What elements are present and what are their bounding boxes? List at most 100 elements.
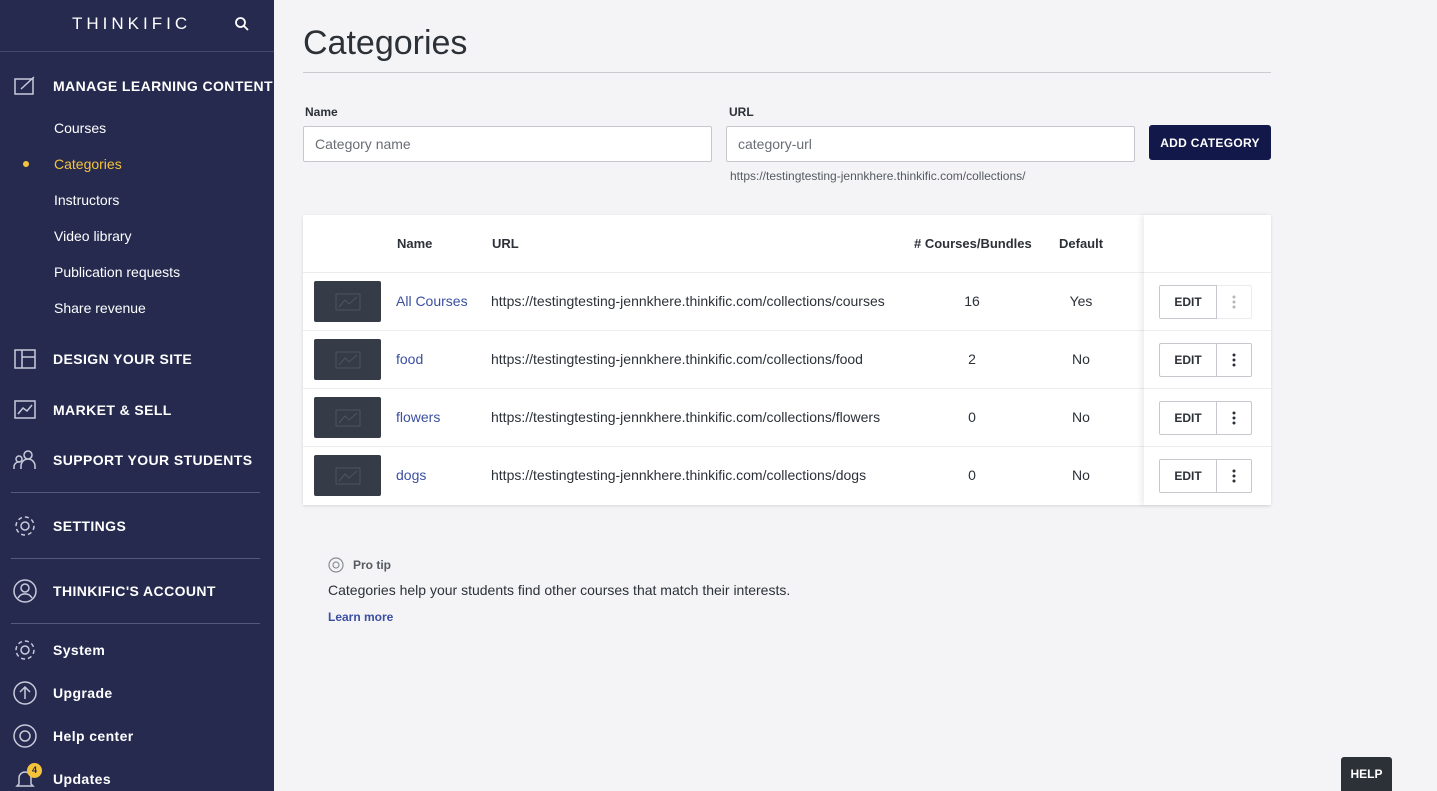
row-divider (303, 388, 1271, 389)
category-url: https://testingtesting-jennkhere.thinkif… (491, 293, 885, 309)
active-indicator (23, 161, 29, 167)
column-header-default[interactable]: Default (1059, 236, 1103, 251)
add-category-button[interactable]: ADD CATEGORY (1149, 125, 1271, 160)
row-divider (1144, 388, 1271, 389)
nav-account-label: THINKIFIC'S ACCOUNT (53, 583, 216, 599)
column-header-url[interactable]: URL (492, 236, 519, 251)
image-placeholder-icon (335, 351, 361, 369)
more-options-button[interactable] (1216, 459, 1252, 493)
lifebuoy-icon (328, 557, 344, 573)
default-status: Yes (1069, 293, 1093, 309)
default-status: No (1072, 409, 1090, 425)
gear-icon (15, 516, 35, 536)
course-count: 2 (968, 351, 976, 367)
category-name-input[interactable] (303, 126, 712, 162)
upgrade-arrow-icon (13, 681, 37, 705)
nav-settings-label: SETTINGS (53, 518, 127, 534)
category-name-link[interactable]: All Courses (396, 293, 468, 309)
sidebar-divider (11, 623, 260, 624)
url-prefix-hint: https://testingtesting-jennkhere.thinkif… (730, 169, 1026, 183)
sidebar-item-courses[interactable]: Courses (54, 118, 106, 138)
account-icon (13, 579, 37, 603)
image-placeholder-icon (335, 409, 361, 427)
category-name-link[interactable]: flowers (396, 409, 440, 425)
category-url-input[interactable] (726, 126, 1135, 162)
category-thumbnail[interactable] (314, 339, 381, 380)
course-count: 0 (968, 409, 976, 425)
nav-system-label: System (53, 642, 106, 658)
nav-market-sell[interactable]: MARKET & SELL (0, 395, 274, 425)
protip-label: Pro tip (353, 558, 391, 572)
category-name-link[interactable]: food (396, 351, 423, 367)
chart-icon (14, 400, 36, 419)
more-options-button[interactable] (1216, 285, 1252, 319)
more-options-button[interactable] (1216, 343, 1252, 377)
nav-design-your-site[interactable]: DESIGN YOUR SITE (0, 344, 274, 374)
category-thumbnail[interactable] (314, 281, 381, 322)
edit-button[interactable]: EDIT (1159, 401, 1217, 435)
help-button[interactable]: HELP (1341, 757, 1392, 791)
thinkific-logo[interactable]: THINKIFIC (72, 14, 191, 34)
edit-button[interactable]: EDIT (1159, 285, 1217, 319)
nav-help-label: Help center (53, 728, 134, 744)
sidebar-item-share-revenue[interactable]: Share revenue (54, 298, 146, 318)
sidebar-divider (11, 558, 260, 559)
more-options-button[interactable] (1216, 401, 1252, 435)
edit-button[interactable]: EDIT (1159, 459, 1217, 493)
course-count: 0 (968, 467, 976, 483)
nav-manage-learning-content[interactable]: MANAGE LEARNING CONTENT (0, 71, 274, 101)
page-title: Categories (303, 24, 468, 62)
image-placeholder-icon (335, 467, 361, 485)
row-divider (303, 272, 1271, 273)
sidebar-item-publication-requests[interactable]: Publication requests (54, 262, 180, 282)
sidebar-item-instructors[interactable]: Instructors (54, 190, 119, 210)
category-url: https://testingtesting-jennkhere.thinkif… (491, 351, 863, 367)
nav-upgrade[interactable]: Upgrade (0, 678, 274, 708)
lifebuoy-icon (13, 724, 37, 748)
layout-icon (14, 349, 36, 369)
sidebar: THINKIFIC MANAGE LEARNING CONTENT Course… (0, 0, 274, 791)
nav-design-label: DESIGN YOUR SITE (53, 351, 193, 367)
title-divider (303, 72, 1271, 73)
search-icon[interactable] (234, 16, 250, 32)
sidebar-divider (11, 492, 260, 493)
row-divider (1144, 446, 1271, 447)
column-header-count[interactable]: # Courses/Bundles (914, 236, 1032, 251)
nav-manage-label: MANAGE LEARNING CONTENT (53, 78, 273, 94)
protip-text: Categories help your students find other… (328, 582, 791, 598)
sidebar-item-categories[interactable]: Categories (54, 154, 122, 174)
row-divider (303, 330, 1271, 331)
edit-content-icon (14, 76, 35, 95)
updates-count-badge: 4 (27, 763, 42, 778)
row-divider (303, 446, 1271, 447)
nav-market-label: MARKET & SELL (53, 402, 172, 418)
nav-settings[interactable]: SETTINGS (0, 511, 274, 541)
learn-more-link[interactable]: Learn more (328, 610, 393, 624)
kebab-menu-icon (1232, 353, 1236, 367)
nav-support-label: SUPPORT YOUR STUDENTS (53, 452, 253, 468)
categories-table: Name URL # Courses/Bundles Default All C… (303, 215, 1271, 505)
kebab-menu-icon (1232, 469, 1236, 483)
name-field-label: Name (305, 105, 338, 119)
course-count: 16 (964, 293, 980, 309)
row-divider (1144, 330, 1271, 331)
system-gear-icon (15, 640, 35, 660)
nav-upgrade-label: Upgrade (53, 685, 113, 701)
column-header-name[interactable]: Name (397, 236, 432, 251)
kebab-menu-icon (1232, 411, 1236, 425)
category-url: https://testingtesting-jennkhere.thinkif… (491, 467, 867, 483)
nav-system[interactable]: System (0, 635, 274, 665)
nav-account[interactable]: THINKIFIC'S ACCOUNT (0, 576, 274, 606)
url-field-label: URL (729, 105, 754, 119)
edit-button[interactable]: EDIT (1159, 343, 1217, 377)
nav-support-students[interactable]: SUPPORT YOUR STUDENTS (0, 445, 274, 475)
users-icon (13, 450, 36, 469)
nav-help-center[interactable]: Help center (0, 721, 274, 751)
image-placeholder-icon (335, 293, 361, 311)
sidebar-item-video-library[interactable]: Video library (54, 226, 132, 246)
category-thumbnail[interactable] (314, 397, 381, 438)
category-name-link[interactable]: dogs (396, 467, 426, 483)
actions-column: EDIT EDIT EDIT EDIT (1144, 215, 1271, 505)
category-thumbnail[interactable] (314, 455, 381, 496)
kebab-menu-icon (1232, 295, 1236, 309)
